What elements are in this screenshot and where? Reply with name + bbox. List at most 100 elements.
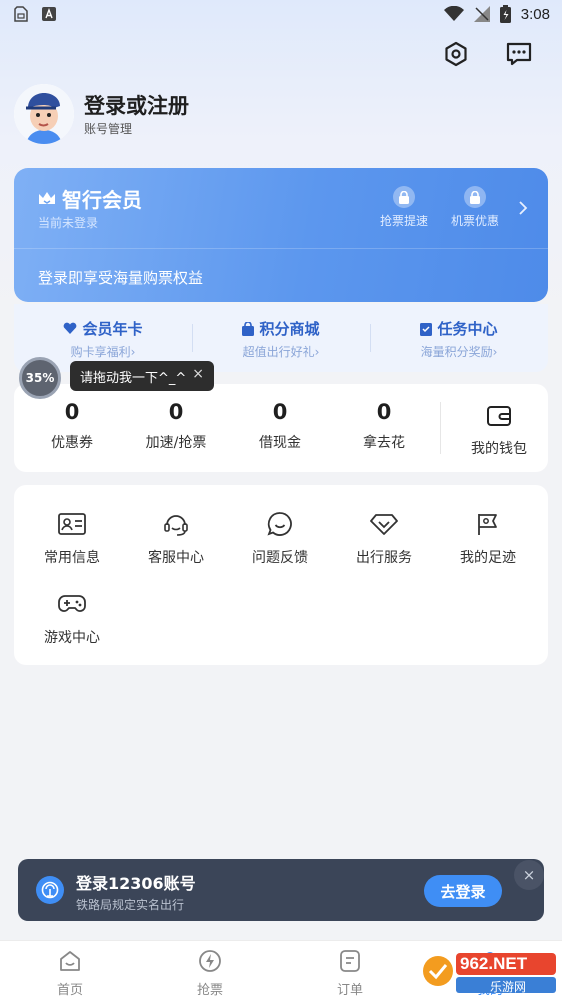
- nav-grab-ticket[interactable]: 抢票: [140, 947, 280, 998]
- close-icon[interactable]: ×: [192, 366, 204, 382]
- heart-icon: [64, 322, 77, 334]
- service-customer-center[interactable]: 客服中心: [124, 509, 228, 567]
- service-label: 客服中心: [148, 550, 204, 566]
- watermark-logo: 962.NET 乐游网: [420, 945, 562, 997]
- sim-card-icon: [14, 6, 28, 22]
- wallet-label: 加速/抢票: [145, 435, 207, 451]
- signal-off-icon: [473, 6, 490, 22]
- service-label: 问题反馈: [252, 550, 308, 566]
- battery-icon: [499, 5, 511, 23]
- my-wallet-button[interactable]: 我的钱包: [454, 404, 544, 458]
- login-banner-subtitle: 铁路局规定实名出行: [76, 898, 185, 912]
- bag-icon: [242, 321, 255, 336]
- feature-points-mall[interactable]: 积分商城 超值出行好礼›: [192, 318, 370, 360]
- railway-logo-icon: [36, 876, 64, 904]
- wallet-coupons[interactable]: 0 优惠券: [20, 400, 124, 452]
- nav-label: 抢票: [196, 983, 223, 998]
- feature-task-center[interactable]: 任务中心 海量积分奖励›: [370, 318, 548, 360]
- crown-icon: [39, 191, 55, 204]
- headset-icon: [161, 509, 191, 539]
- wallet-speedup[interactable]: 0 加速/抢票: [124, 400, 228, 452]
- wallet-label: 我的钱包: [471, 441, 527, 457]
- wallet-divider: [440, 402, 441, 454]
- settings-button[interactable]: [441, 39, 471, 69]
- lock-icon: [393, 186, 415, 208]
- service-travel[interactable]: 出行服务: [332, 509, 436, 567]
- feature-annual-card[interactable]: 会员年卡 购卡享福利›: [14, 318, 192, 360]
- gamepad-icon: [57, 589, 87, 619]
- status-bar: 3:08: [0, 0, 562, 30]
- account-manage-link[interactable]: 账号管理: [84, 120, 132, 137]
- watermark-text: 962.NET: [460, 954, 528, 973]
- gear-icon: [445, 41, 467, 67]
- id-card-icon: [57, 509, 87, 539]
- wallet-value: 0: [64, 400, 80, 424]
- member-title-text: 智行会员: [62, 188, 142, 212]
- perk-flight-discount[interactable]: 机票优惠: [440, 186, 510, 229]
- services-card: 常用信息 客服中心 问题反馈 出行服务 我的足迹 游戏中心: [14, 485, 548, 665]
- nav-label: 订单: [336, 983, 363, 998]
- member-benefit-text[interactable]: 登录即享受海量购票权益: [38, 267, 203, 288]
- clipboard-icon: [420, 322, 433, 336]
- status-time: 3:08: [520, 5, 550, 23]
- perk-label: 抢票提速: [379, 214, 428, 228]
- diamond-icon: [369, 509, 399, 539]
- wallet-naquhua[interactable]: 0 拿去花: [332, 400, 436, 452]
- member-title: 智行会员: [38, 184, 142, 213]
- wallet-label: 借现金: [259, 435, 301, 451]
- member-divider: [14, 248, 548, 249]
- feature-title: 会员年卡: [14, 318, 192, 339]
- service-label: 游戏中心: [44, 630, 100, 646]
- feature-sub: 超值出行好礼›: [242, 345, 320, 359]
- avatar-cartoon-icon: [14, 84, 74, 144]
- order-icon: [336, 947, 364, 975]
- member-card[interactable]: 智行会员 当前未登录 抢票提速 机票优惠 登录即享受海量购票权益: [14, 168, 548, 302]
- avatar[interactable]: [14, 84, 74, 144]
- go-login-button[interactable]: 去登录: [424, 875, 502, 907]
- lock-icon: [464, 186, 486, 208]
- login-banner-title: 登录12306账号: [76, 874, 196, 893]
- watermark-sub: 乐游网: [490, 980, 527, 994]
- message-icon: [506, 42, 532, 66]
- service-label: 常用信息: [44, 550, 100, 566]
- feature-sub: 海量积分奖励›: [420, 345, 498, 359]
- wallet-label: 优惠券: [51, 435, 93, 451]
- nav-orders[interactable]: 订单: [280, 947, 420, 998]
- drag-tooltip-text: 请拖动我一下^_^: [80, 370, 187, 386]
- service-footprints[interactable]: 我的足迹: [436, 509, 540, 567]
- lightning-icon: [196, 947, 224, 975]
- feature-title: 积分商城: [192, 318, 370, 339]
- perk-ticket-speedup[interactable]: 抢票提速: [369, 186, 439, 229]
- service-common-info[interactable]: 常用信息: [20, 509, 124, 567]
- perk-label: 机票优惠: [450, 214, 499, 228]
- nav-label: 首页: [56, 983, 83, 998]
- messages-button[interactable]: [504, 39, 534, 69]
- status-left-icons: [14, 6, 56, 22]
- login-banner[interactable]: 登录12306账号 铁路局规定实名出行 去登录: [18, 859, 544, 921]
- login-title[interactable]: 登录或注册: [84, 90, 189, 120]
- wifi-icon: [443, 6, 464, 21]
- home-icon: [56, 947, 84, 975]
- nav-home[interactable]: 首页: [0, 947, 140, 998]
- flag-icon: [473, 509, 503, 539]
- service-game-center[interactable]: 游戏中心: [20, 589, 124, 647]
- wallet-value: 0: [376, 400, 392, 424]
- service-label: 我的足迹: [460, 550, 516, 566]
- wallet-value: 0: [272, 400, 288, 424]
- wallet-value: 0: [168, 400, 184, 424]
- banner-close-icon[interactable]: ×: [514, 860, 544, 890]
- wallet-label: 拿去花: [363, 435, 405, 451]
- wallet-card: 0 优惠券 0 加速/抢票 0 借现金 0 拿去花 我的钱包: [14, 384, 548, 472]
- status-right-icons: 3:08: [443, 5, 550, 23]
- app-a-icon: [42, 7, 56, 21]
- wallet-icon: [487, 406, 511, 426]
- member-status: 当前未登录: [38, 216, 99, 230]
- wallet-cash-loan[interactable]: 0 借现金: [228, 400, 332, 452]
- progress-ball[interactable]: 35%: [19, 357, 61, 399]
- drag-tooltip: 请拖动我一下^_^ ×: [70, 361, 214, 391]
- service-label: 出行服务: [356, 550, 412, 566]
- service-feedback[interactable]: 问题反馈: [228, 509, 332, 567]
- feature-title: 任务中心: [370, 318, 548, 339]
- feedback-icon: [265, 509, 295, 539]
- chevron-right-icon[interactable]: [518, 200, 528, 219]
